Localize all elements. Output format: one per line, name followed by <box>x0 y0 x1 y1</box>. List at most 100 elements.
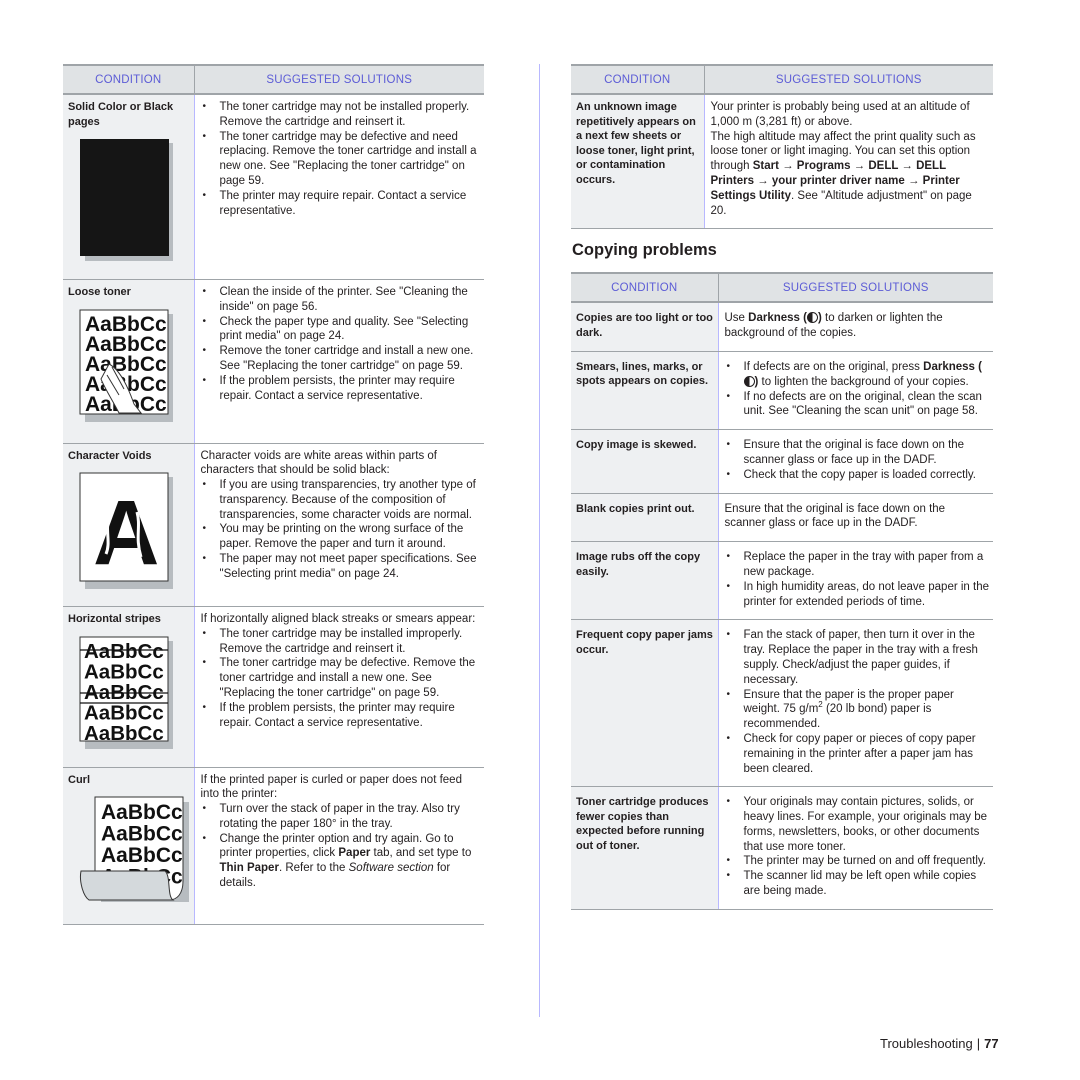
solution-bullet: If you are using transparencies, try ano… <box>201 478 481 522</box>
bold-text: ) <box>754 375 759 388</box>
solutions-header: SUGGESTED SOLUTIONS <box>704 64 993 95</box>
sample-text-line: AaBbCc <box>101 801 183 824</box>
italic-text: Software section <box>348 862 434 875</box>
footer-separator: | <box>976 1036 981 1051</box>
solution-text: If the printed paper is curled or paper … <box>200 773 462 801</box>
table-row: Curl AaBbCcAaBbCcAaBbCcAaBbCc If the print… <box>63 767 484 925</box>
void-letter: A <box>93 482 159 584</box>
loose-toner-sample-illustration: AaBbCcAaBbCcAaBbCcAaBbCcAaBbCc <box>79 309 173 422</box>
section-title-copying-problems: Copying problems <box>572 241 717 260</box>
solution-bullet: Check for copy paper or pieces of copy p… <box>725 732 990 776</box>
condition-label: Copy image is skewed. <box>576 439 697 452</box>
condition-cell: Loose toner AaBbCcAaBbCcAaBbCcAaBbCcAaBbC… <box>63 279 195 444</box>
solution-list: Turn over the stack of paper in the tray… <box>201 802 481 891</box>
left-column: CONDITION SUGGESTED SOLUTIONS Solid Colo… <box>63 64 484 925</box>
condition-label: Toner cartridge produces fewer copies th… <box>576 796 709 852</box>
solution-bullet: If the problem persists, the printer may… <box>201 374 481 404</box>
solution-bullet: Fan the stack of paper, then turn it ove… <box>725 628 990 687</box>
condition-label: Curl <box>68 773 90 786</box>
table-row: Copies are too light or too dark. Use Dar… <box>571 302 993 352</box>
solution-cell: Character voids are white areas within p… <box>194 443 484 607</box>
copying-problems-table: CONDITION SUGGESTED SOLUTIONS Copies are… <box>571 272 993 910</box>
solution-bullet: In high humidity areas, do not leave pap… <box>725 580 989 610</box>
sample-text-line: AaBbCc <box>101 823 183 846</box>
solution-cell: If defects are on the original, press Da… <box>718 351 993 431</box>
darkness-icon <box>806 312 818 324</box>
solution-list: If you are using transparencies, try ano… <box>201 478 481 582</box>
condition-header: CONDITION <box>63 64 195 95</box>
bold-text: Darkness ( <box>748 312 807 325</box>
solution-bullet: The toner cartridge may not be installed… <box>201 100 481 130</box>
condition-cell: Curl AaBbCcAaBbCcAaBbCcAaBbCc <box>63 767 195 925</box>
solution-bullet: The toner cartridge may be defective. Re… <box>201 656 481 700</box>
table-row: An unknown image repetitively appears on… <box>571 94 993 230</box>
solutions-header: SUGGESTED SOLUTIONS <box>718 272 993 304</box>
table-row: Loose toner AaBbCcAaBbCcAaBbCcAaBbCcAaBbC… <box>63 279 484 444</box>
solution-list: Replace the paper in the tray with paper… <box>725 550 989 610</box>
page-number: 77 <box>984 1036 999 1051</box>
condition-label: Copies are too light or too dark. <box>576 312 713 339</box>
table-row: Copy image is skewed. Ensure that the ori… <box>571 429 993 494</box>
darkness-icon <box>743 375 755 387</box>
bold-text: ) <box>817 312 822 325</box>
table-header-row: CONDITION SUGGESTED SOLUTIONS <box>571 272 993 304</box>
condition-cell: Character Voids A <box>63 443 195 607</box>
print-quality-table: CONDITION SUGGESTED SOLUTIONS Solid Colo… <box>63 64 484 925</box>
table-row: Blank copies print out. Ensure that the o… <box>571 493 993 543</box>
solution-cell: Ensure that the original is face down on… <box>718 493 993 543</box>
solution-list: The toner cartridge may not be installed… <box>201 100 481 218</box>
solution-bullet: You may be printing on the wrong surface… <box>201 522 481 552</box>
solution-cell: If the printed paper is curled or paper … <box>194 767 484 925</box>
solution-bullet: If the problem persists, the printer may… <box>201 701 481 731</box>
solution-text: Ensure that the original is face down on… <box>724 502 946 530</box>
solution-bullet: The scanner lid may be left open while c… <box>725 869 990 899</box>
solution-list: Fan the stack of paper, then turn it ove… <box>725 628 990 776</box>
condition-label: Blank copies print out. <box>576 502 695 515</box>
solution-bullet: The paper may not meet paper specificati… <box>201 552 481 582</box>
solution-cell: Your printer is probably being used at a… <box>704 94 993 230</box>
solution-cell: Fan the stack of paper, then turn it ove… <box>718 619 993 788</box>
solution-bullet: If no defects are on the original, clean… <box>725 390 990 420</box>
bold-text: Paper <box>338 847 371 860</box>
table-row: Horizontal stripes AaBbCc AaBbCc AaBbCc AaBb… <box>63 606 484 768</box>
solution-bullet: Ensure that the paper is the proper pape… <box>725 688 990 732</box>
right-column: CONDITION SUGGESTED SOLUTIONS An unknown… <box>571 64 993 910</box>
table-row: Image rubs off the copy easily. Replace t… <box>571 541 993 621</box>
solution-list: Ensure that the original is face down on… <box>725 438 990 482</box>
altitude-table: CONDITION SUGGESTED SOLUTIONS An unknown… <box>571 64 993 230</box>
solution-bullet: Ensure that the original is face down on… <box>725 438 990 468</box>
condition-cell: Frequent copy paper jams occur. <box>571 619 719 788</box>
condition-cell: Copy image is skewed. <box>571 429 719 494</box>
solution-cell: Replace the paper in the tray with paper… <box>718 541 993 621</box>
solution-bullet: Check that the copy paper is loaded corr… <box>725 468 990 483</box>
solution-cell: Use Darkness () to darken or lighten the… <box>718 302 993 352</box>
solution-text: Character voids are white areas within p… <box>200 449 438 477</box>
condition-cell: Image rubs off the copy easily. <box>571 541 719 621</box>
solutions-header: SUGGESTED SOLUTIONS <box>194 64 484 95</box>
solution-cell: Clean the inside of the printer. See "Cl… <box>194 279 484 444</box>
solution-list: Your originals may contain pictures, sol… <box>725 795 990 899</box>
condition-cell: An unknown image repetitively appears on… <box>571 94 705 230</box>
solution-text: If horizontally aligned black streaks or… <box>200 613 476 625</box>
solution-text: Your printer is probably being used at a… <box>710 101 970 128</box>
table-row: Character Voids A Character voids are whit… <box>63 443 484 607</box>
condition-header: CONDITION <box>571 64 705 95</box>
table-header-row: CONDITION SUGGESTED SOLUTIONS <box>63 64 484 95</box>
solution-bullet: Turn over the stack of paper in the tray… <box>201 802 481 832</box>
condition-cell: Solid Color or Black pages <box>63 94 195 280</box>
solution-cell: Your originals may contain pictures, sol… <box>718 786 993 910</box>
solution-bullet: Clean the inside of the printer. See "Cl… <box>201 285 481 315</box>
solution-bullet: The toner cartridge may be defective and… <box>201 130 481 189</box>
condition-label: Horizontal stripes <box>68 613 161 625</box>
black-page <box>80 139 169 256</box>
table-row: Smears, lines, marks, or spots appears o… <box>571 351 993 431</box>
table-row: Solid Color or Black pages The toner cart… <box>63 94 484 280</box>
footer-section-label: Troubleshooting <box>880 1036 973 1051</box>
condition-label: Frequent copy paper jams occur. <box>576 629 713 656</box>
condition-label: Smears, lines, marks, or spots appears o… <box>576 360 709 388</box>
curl-sample-illustration: AaBbCcAaBbCcAaBbCcAaBbCc <box>80 796 189 902</box>
superscript: 2 <box>818 700 823 710</box>
solution-bullet: The printer may require repair. Contact … <box>201 189 481 219</box>
condition-label: Loose toner <box>68 286 131 298</box>
sample-text-line: AaBbCc <box>101 844 183 867</box>
